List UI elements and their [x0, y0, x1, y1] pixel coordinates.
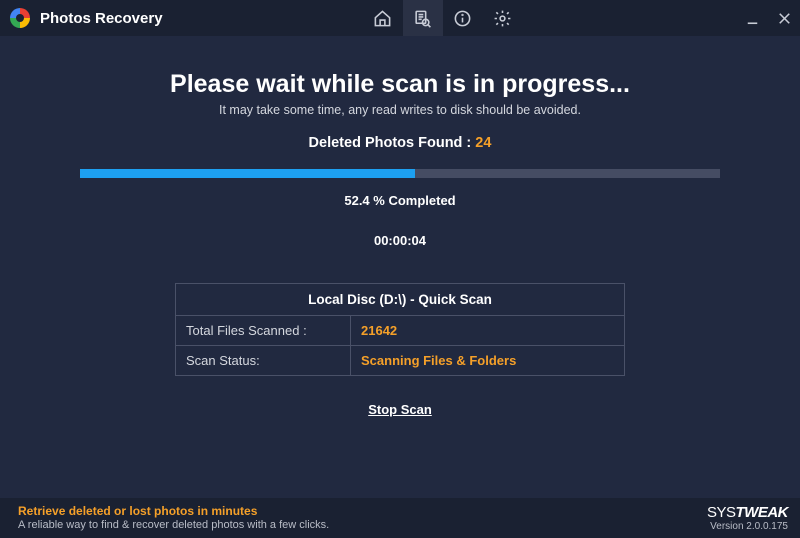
minimize-button[interactable]	[736, 0, 768, 36]
scan-progress-panel: Please wait while scan is in progress...…	[0, 36, 800, 498]
nav-icons	[363, 0, 523, 36]
window-controls	[736, 0, 800, 36]
elapsed-time: 00:00:04	[374, 233, 426, 248]
percent-label: 52.4 % Completed	[344, 193, 455, 208]
row-label: Scan Status:	[176, 346, 351, 375]
brand-logo: SYSTWEAK	[707, 504, 788, 521]
deleted-label: Deleted Photos Found :	[309, 135, 472, 151]
table-row: Total Files Scanned : 21642	[176, 316, 624, 345]
row-value: 21642	[351, 316, 407, 345]
scan-heading: Please wait while scan is in progress...	[170, 70, 630, 99]
stop-scan-button[interactable]: Stop Scan	[368, 402, 432, 417]
gear-icon[interactable]	[483, 0, 523, 36]
footer-left: Retrieve deleted or lost photos in minut…	[18, 504, 329, 533]
scan-subheading: It may take some time, any read writes t…	[219, 103, 581, 117]
version-label: Version 2.0.0.175	[707, 521, 788, 532]
details-header: Local Disc (D:\) - Quick Scan	[176, 284, 624, 316]
deleted-photos-found: Deleted Photos Found : 24	[309, 135, 492, 151]
titlebar: Photos Recovery	[0, 0, 800, 36]
close-button[interactable]	[768, 0, 800, 36]
footer-title: Retrieve deleted or lost photos in minut…	[18, 504, 329, 519]
progress-bar	[80, 169, 720, 178]
footer: Retrieve deleted or lost photos in minut…	[0, 498, 800, 538]
scan-icon[interactable]	[403, 0, 443, 36]
app-title: Photos Recovery	[40, 10, 163, 27]
row-label: Total Files Scanned :	[176, 316, 351, 345]
footer-sub: A reliable way to find & recover deleted…	[18, 519, 329, 533]
progress-fill	[80, 169, 415, 178]
home-icon[interactable]	[363, 0, 403, 36]
footer-right: SYSTWEAK Version 2.0.0.175	[707, 504, 788, 532]
scan-details-table: Local Disc (D:\) - Quick Scan Total File…	[175, 283, 625, 376]
table-row: Scan Status: Scanning Files & Folders	[176, 345, 624, 375]
deleted-value: 24	[475, 135, 491, 151]
info-icon[interactable]	[443, 0, 483, 36]
app-logo-icon	[10, 8, 30, 28]
row-value: Scanning Files & Folders	[351, 346, 526, 375]
